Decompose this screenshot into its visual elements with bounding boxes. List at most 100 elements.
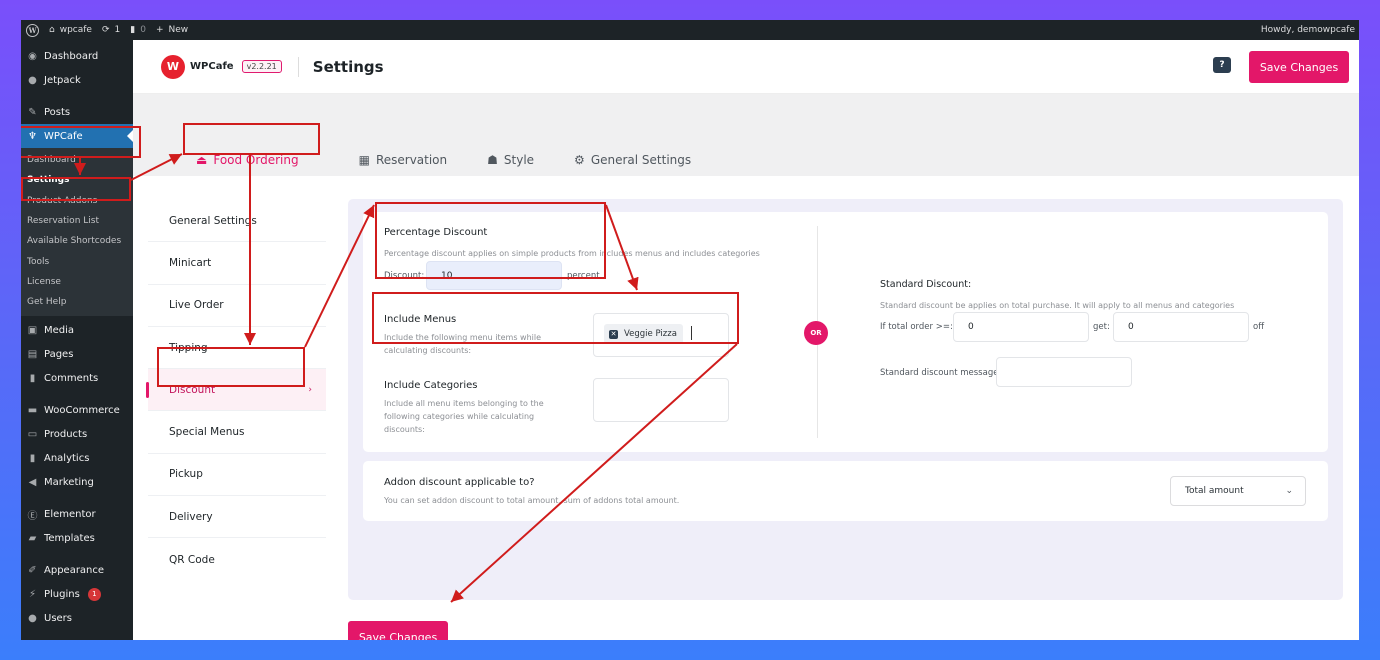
new-content-link[interactable]: + New — [156, 25, 188, 35]
account-greeting[interactable]: Howdy, demowpcafe — [1261, 25, 1355, 35]
help-button[interactable]: ? — [1213, 57, 1231, 73]
wordpress-logo-button[interactable]: W — [26, 23, 39, 37]
total-order-label: If total order >=: — [880, 322, 953, 332]
wpcafe-submenu: Dashboard Settings Product Addons Reserv… — [21, 148, 133, 317]
nav-tipping[interactable]: Tipping — [148, 327, 326, 370]
discount-panel: Percentage Discount Percentage discount … — [348, 199, 1343, 600]
products-icon: ▭ — [27, 428, 38, 440]
sidebar-item-appearance[interactable]: ✐ Appearance — [21, 558, 133, 582]
include-categories-title: Include Categories — [384, 380, 478, 391]
tab-reservation[interactable]: ▦ Reservation — [359, 144, 448, 176]
jetpack-icon: ● — [28, 74, 37, 86]
sidebar-item-wpcafe[interactable]: ♆ WPCafe — [21, 124, 133, 148]
submenu-dashboard[interactable]: Dashboard — [21, 150, 133, 170]
sidebar-item-templates[interactable]: ▰ Templates — [21, 526, 133, 550]
submenu-reservation-list[interactable]: Reservation List — [21, 211, 133, 231]
remove-chip-icon[interactable]: ✕ — [609, 329, 618, 339]
folder-icon: ▰ — [28, 532, 37, 544]
save-changes-bottom-button[interactable]: Save Changes — [348, 621, 448, 640]
browser-frame: W ⌂ wpcafe ⟳ 1 ▮ 0 + New Howdy, demowpcafe ◉… — [21, 20, 1359, 640]
plugin-icon: ⚡ — [28, 588, 37, 600]
brand-name: WPCafe — [190, 61, 234, 72]
sidebar-item-pages[interactable]: ▤ Pages — [21, 342, 133, 366]
settings-content: General Settings Minicart Live Order Tip… — [133, 176, 1359, 640]
chevron-down-icon: ⌄ — [1285, 486, 1293, 496]
sidebar-item-users[interactable]: ● Users — [21, 606, 133, 630]
plus-icon: + — [155, 25, 164, 35]
save-changes-top-button[interactable]: Save Changes — [1249, 51, 1349, 83]
tab-general-settings[interactable]: ⚙ General Settings — [574, 144, 691, 176]
palette-icon: ☗ — [487, 153, 498, 167]
addon-discount-select[interactable]: Total amount ⌄ — [1170, 476, 1306, 506]
nav-qr-code[interactable]: QR Code — [148, 538, 326, 580]
sidebar-item-marketing[interactable]: ◀ Marketing — [21, 470, 133, 494]
gear-icon: ⚙ — [574, 153, 585, 167]
sidebar-item-comments[interactable]: ▮ Comments — [21, 366, 133, 390]
plugins-update-badge: 1 — [87, 587, 101, 601]
submenu-tools[interactable]: Tools — [21, 251, 133, 271]
brush-icon: ✐ — [28, 564, 37, 576]
nav-pickup[interactable]: Pickup — [148, 454, 326, 497]
nav-delivery[interactable]: Delivery — [148, 496, 326, 539]
wpcafe-icon: ♆ — [28, 130, 37, 142]
site-name-link[interactable]: ⌂ wpcafe — [49, 25, 92, 35]
food-ordering-nav: General Settings Minicart Live Order Tip… — [146, 200, 326, 581]
wordpress-icon: W — [26, 23, 39, 37]
sidebar-item-dashboard[interactable]: ◉ Dashboard — [21, 44, 133, 68]
dashboard-icon: ◉ — [28, 50, 37, 62]
nav-general-settings[interactable]: General Settings — [148, 200, 326, 243]
updates-link[interactable]: ⟳ 1 — [102, 25, 120, 35]
submenu-settings[interactable]: Settings — [21, 170, 133, 190]
header-divider — [297, 56, 299, 77]
standard-message-input[interactable] — [996, 357, 1132, 387]
total-order-input[interactable]: 0 — [953, 312, 1089, 342]
nav-special-menus[interactable]: Special Menus — [148, 411, 326, 454]
tab-food-ordering[interactable]: ⏏ Food Ordering — [183, 144, 319, 176]
nav-live-order[interactable]: Live Order — [148, 285, 326, 327]
submenu-product-addons[interactable]: Product Addons — [21, 191, 133, 211]
standard-discount-desc: Standard discount be applies on total pu… — [880, 301, 1235, 310]
pin-icon: ✎ — [28, 106, 37, 118]
text-cursor — [691, 326, 692, 340]
elementor-icon: Ⓔ — [27, 510, 38, 522]
include-categories-select[interactable] — [593, 378, 729, 422]
admin-sidebar: ◉ Dashboard ● Jetpack ✎ Posts ♆ WPCafe Dashb… — [21, 40, 133, 640]
get-discount-input[interactable]: 0 — [1113, 312, 1249, 342]
sidebar-item-plugins[interactable]: ⚡ Plugins 1 — [21, 582, 133, 606]
addon-discount-title: Addon discount applicable to? — [384, 477, 535, 488]
user-icon: ● — [28, 612, 37, 624]
discount-percent-input[interactable]: 10 — [426, 261, 562, 290]
sidebar-item-jetpack[interactable]: ● Jetpack — [21, 68, 133, 92]
submenu-license[interactable]: License — [21, 272, 133, 292]
tab-style[interactable]: ☗ Style — [487, 144, 534, 176]
sidebar-item-media[interactable]: ▣ Media — [21, 318, 133, 342]
sidebar-item-analytics[interactable]: ▮ Analytics — [21, 446, 133, 470]
media-icon: ▣ — [27, 324, 38, 336]
discount-field-label: Discount: — [384, 271, 425, 281]
woocommerce-icon: ▬ — [27, 404, 38, 416]
standard-discount-title: Standard Discount: — [880, 279, 972, 290]
addon-discount-card: Addon discount applicable to? You can se… — [363, 461, 1328, 521]
sidebar-item-posts[interactable]: ✎ Posts — [21, 100, 133, 124]
sidebar-item-products[interactable]: ▭ Products — [21, 422, 133, 446]
nav-minicart[interactable]: Minicart — [148, 242, 326, 285]
include-menus-desc: Include the following menu items while c… — [384, 333, 542, 355]
nav-discount[interactable]: Discount › — [146, 369, 326, 412]
help-icon: ? — [1219, 60, 1225, 70]
submenu-available-shortcodes[interactable]: Available Shortcodes — [21, 231, 133, 251]
main-area: W WPCafe v2.2.21 Settings ? Save Changes… — [133, 40, 1359, 640]
comments-link[interactable]: ▮ 0 — [130, 25, 146, 35]
home-icon: ⌂ — [49, 25, 55, 35]
submenu-get-help[interactable]: Get Help — [21, 292, 133, 312]
include-menus-select[interactable]: ✕ Veggie Pizza — [593, 313, 729, 357]
page-title: Settings — [312, 57, 384, 76]
version-badge: v2.2.21 — [241, 60, 282, 73]
sidebar-item-woocommerce[interactable]: ▬ WooCommerce — [21, 398, 133, 422]
sidebar-item-elementor[interactable]: Ⓔ Elementor — [21, 502, 133, 526]
or-badge: OR — [804, 321, 828, 345]
marketing-icon: ◀ — [28, 476, 37, 488]
refresh-icon: ⟳ — [101, 25, 110, 35]
discount-unit-label: percent — [567, 271, 600, 281]
admin-bar: W ⌂ wpcafe ⟳ 1 ▮ 0 + New Howdy, demowpcafe — [21, 20, 1359, 40]
get-label: get: — [1093, 322, 1110, 332]
